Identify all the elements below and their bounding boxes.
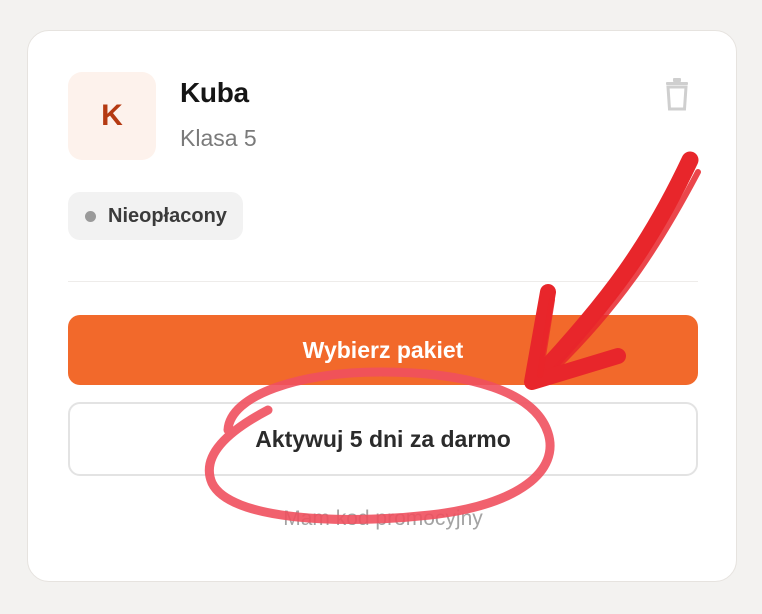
student-grade: Klasa 5	[180, 125, 257, 151]
student-card: K Kuba Klasa 5 Nieopłacony Wybierz pakie…	[27, 30, 737, 582]
activate-trial-button[interactable]: Aktywuj 5 dni za darmo	[68, 402, 698, 476]
delete-button[interactable]	[662, 77, 692, 111]
status-label: Nieopłacony	[108, 204, 227, 227]
screen: K Kuba Klasa 5 Nieopłacony Wybierz pakie…	[0, 0, 762, 614]
avatar-initial: K	[101, 99, 123, 132]
promo-code-link[interactable]: Mam kod promocyjny	[68, 507, 698, 531]
trash-icon	[666, 78, 688, 111]
status-dot	[85, 210, 96, 222]
avatar: K	[68, 72, 156, 160]
choose-package-button[interactable]: Wybierz pakiet	[68, 315, 698, 385]
status-badge: Nieopłacony	[68, 192, 243, 240]
student-name: Kuba	[180, 77, 249, 108]
divider	[68, 281, 698, 282]
